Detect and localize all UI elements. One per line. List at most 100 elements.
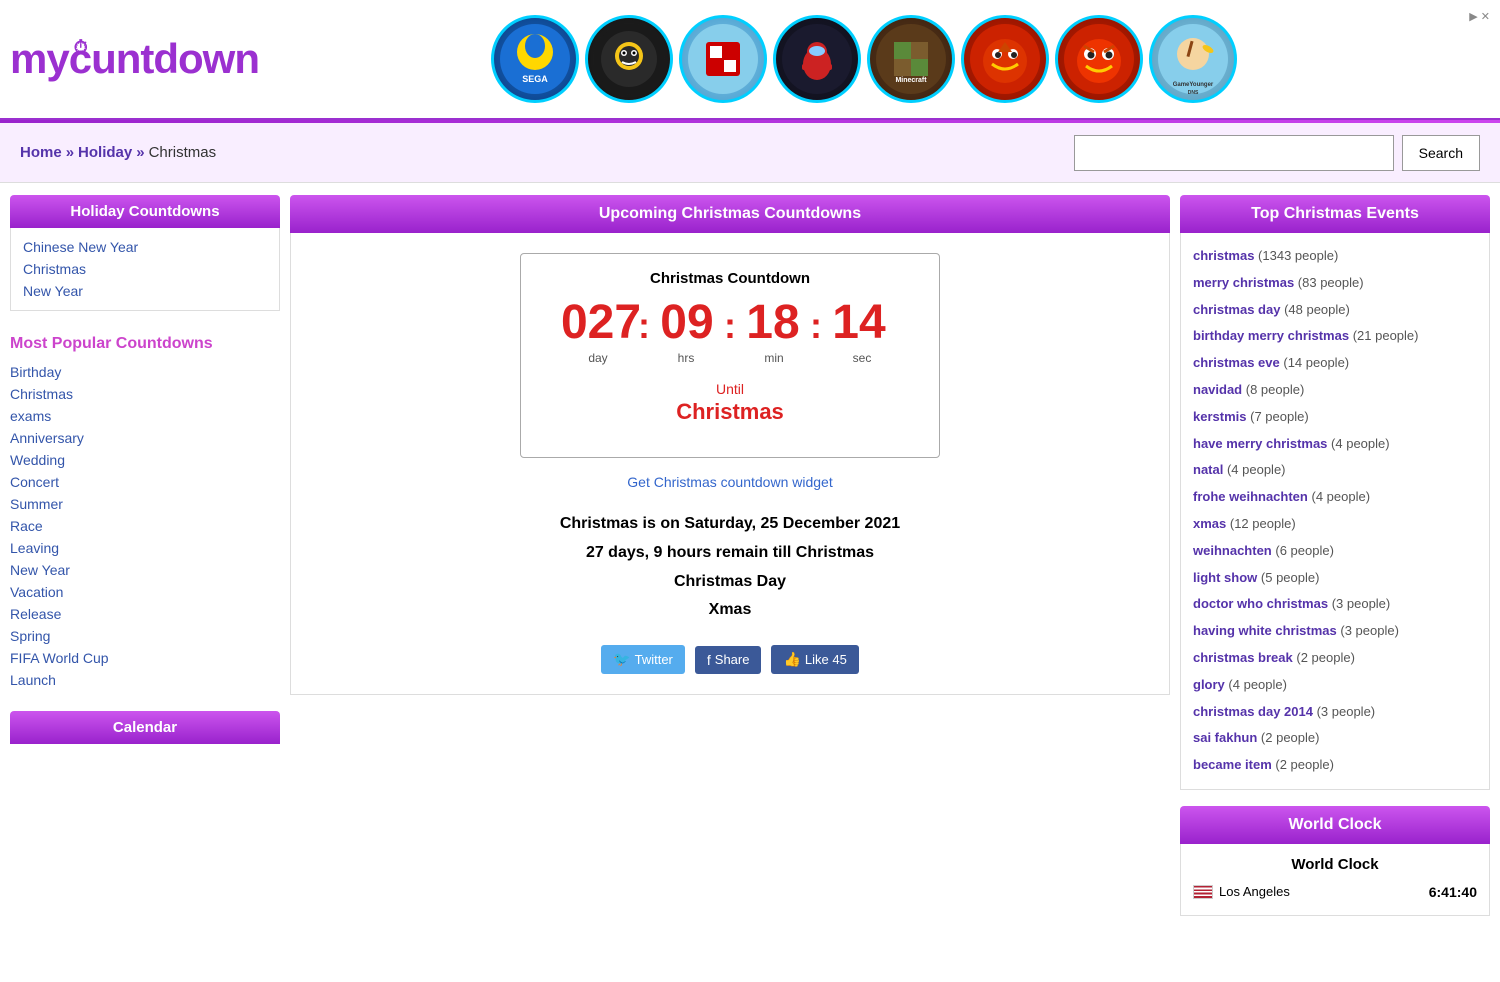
left-sidebar: Holiday Countdowns Chinese New Year Chri… (10, 195, 280, 916)
breadcrumb-home[interactable]: Home (20, 144, 62, 161)
logo[interactable]: myc⏱untdown (10, 35, 259, 83)
twitter-button[interactable]: 🐦 Twitter (601, 645, 685, 674)
top-event-link[interactable]: navidad (1193, 382, 1242, 397)
top-event-count: (8 people) (1246, 382, 1305, 397)
ad-indicator[interactable]: ▶ ✕ (1469, 6, 1490, 23)
sidebar-link-spring[interactable]: Spring (10, 625, 280, 647)
sidebar-link-concert[interactable]: Concert (10, 471, 280, 493)
top-event-item: christmas day (48 people) (1193, 297, 1477, 324)
breadcrumb-sep-1: » (66, 144, 74, 161)
game-icon-gameyounger[interactable]: GameYounger DNS (1149, 15, 1237, 103)
like-icon: 👍 (783, 651, 800, 668)
top-event-link[interactable]: birthday merry christmas (1193, 328, 1349, 343)
game-icon-sega[interactable]: SEGA (491, 15, 579, 103)
facebook-share-button[interactable]: f Share (695, 646, 762, 674)
search-input[interactable] (1074, 135, 1394, 171)
top-event-link[interactable]: glory (1193, 677, 1225, 692)
top-event-count: (2 people) (1261, 730, 1320, 745)
top-event-item: xmas (12 people) (1193, 511, 1477, 538)
countdown-unit-labels: day hrs min sec (541, 351, 919, 365)
top-event-link[interactable]: christmas (1193, 248, 1254, 263)
sidebar-link-race[interactable]: Race (10, 515, 280, 537)
event-info-line2: 27 days, 9 hours remain till Christmas (311, 539, 1149, 568)
sidebar-link-leaving[interactable]: Leaving (10, 537, 280, 559)
widget-link[interactable]: Get Christmas countdown widget (311, 474, 1149, 490)
breadcrumb-bar: Home » Holiday » Christmas Search (0, 123, 1500, 183)
search-button[interactable]: Search (1402, 135, 1480, 171)
clock-city-name: Los Angeles (1219, 884, 1290, 899)
game-icon-minecraft[interactable]: Minecraft (867, 15, 955, 103)
breadcrumb-holiday[interactable]: Holiday (78, 144, 132, 161)
event-info: Christmas is on Saturday, 25 December 20… (311, 510, 1149, 625)
top-event-item: christmas break (2 people) (1193, 645, 1477, 672)
game-icon-roblox[interactable] (679, 15, 767, 103)
day-label: day (588, 351, 607, 365)
svg-text:DNS: DNS (1188, 90, 1199, 94)
top-events-list: christmas (1343 people)merry christmas (… (1180, 233, 1490, 790)
top-event-link[interactable]: light show (1193, 570, 1257, 585)
sidebar-link-new-year-pop[interactable]: New Year (10, 559, 280, 581)
top-event-link[interactable]: having white christmas (1193, 623, 1337, 638)
world-clock-subtitle: World Clock (1193, 856, 1477, 873)
top-event-link[interactable]: xmas (1193, 516, 1226, 531)
svg-text:Minecraft: Minecraft (896, 77, 928, 84)
sidebar-link-launch[interactable]: Launch (10, 669, 280, 691)
sidebar-link-vacation[interactable]: Vacation (10, 581, 280, 603)
sidebar-link-summer[interactable]: Summer (10, 493, 280, 515)
holiday-links: Chinese New Year Christmas New Year (10, 228, 280, 311)
game-icon-angry-birds-2[interactable] (1055, 15, 1143, 103)
top-event-link[interactable]: doctor who christmas (1193, 596, 1328, 611)
top-event-link[interactable]: frohe weihnachten (1193, 489, 1308, 504)
top-event-link[interactable]: christmas day 2014 (1193, 704, 1313, 719)
center-content: Upcoming Christmas Countdowns Christmas … (290, 195, 1170, 916)
center-section-title: Upcoming Christmas Countdowns (290, 195, 1170, 233)
game-icon-brawl[interactable] (585, 15, 673, 103)
top-event-link[interactable]: christmas eve (1193, 355, 1280, 370)
sidebar-link-exams[interactable]: exams (10, 405, 280, 427)
top-event-link[interactable]: natal (1193, 462, 1223, 477)
top-event-link[interactable]: merry christmas (1193, 275, 1294, 290)
like-button[interactable]: 👍 Like 45 (771, 645, 858, 674)
countdown-minutes: 18 (746, 299, 799, 347)
clock-row-la: Los Angeles 6:41:40 (1193, 881, 1477, 903)
countdown-inner: Christmas Countdown 027 : 09 : 18 : (520, 253, 940, 458)
top-event-item: having white christmas (3 people) (1193, 618, 1477, 645)
top-event-link[interactable]: christmas day (1193, 302, 1280, 317)
sidebar-link-release[interactable]: Release (10, 603, 280, 625)
popular-section: Most Popular Countdowns Birthday Christm… (10, 327, 280, 695)
top-event-item: have merry christmas (4 people) (1193, 431, 1477, 458)
breadcrumb-current: Christmas (149, 144, 217, 161)
sidebar-link-birthday[interactable]: Birthday (10, 361, 280, 383)
sidebar-link-chinese-new-year[interactable]: Chinese New Year (23, 236, 267, 258)
sidebar-link-new-year[interactable]: New Year (23, 280, 267, 302)
game-icon-among[interactable] (773, 15, 861, 103)
event-info-line1: Christmas is on Saturday, 25 December 20… (311, 510, 1149, 539)
sec-label: sec (853, 351, 872, 365)
top-event-link[interactable]: have merry christmas (1193, 436, 1327, 451)
top-event-count: (3 people) (1317, 704, 1376, 719)
top-event-link[interactable]: became item (1193, 757, 1272, 772)
sidebar-link-christmas[interactable]: Christmas (23, 258, 267, 280)
top-event-link[interactable]: kerstmis (1193, 409, 1246, 424)
colon-3: : (810, 308, 822, 344)
top-event-link[interactable]: sai fakhun (1193, 730, 1257, 745)
top-event-count: (48 people) (1284, 302, 1350, 317)
social-buttons: 🐦 Twitter f Share 👍 Like 45 (311, 645, 1149, 674)
countdown-timer: 027 : 09 : 18 : 14 (541, 299, 919, 347)
clock-time: 6:41:40 (1429, 884, 1477, 900)
game-icon-angry-birds-red[interactable] (961, 15, 1049, 103)
sidebar-link-anniversary[interactable]: Anniversary (10, 427, 280, 449)
event-info-line4: Xmas (311, 596, 1149, 625)
sidebar-link-wedding[interactable]: Wedding (10, 449, 280, 471)
sidebar-link-christmas-pop[interactable]: Christmas (10, 383, 280, 405)
top-event-item: navidad (8 people) (1193, 377, 1477, 404)
top-event-item: light show (5 people) (1193, 565, 1477, 592)
top-event-link[interactable]: christmas break (1193, 650, 1293, 665)
top-event-count: (2 people) (1296, 650, 1355, 665)
countdown-label: Christmas Countdown (541, 270, 919, 287)
top-event-count: (5 people) (1261, 570, 1320, 585)
top-banner: myc⏱untdown SEGA (0, 0, 1500, 120)
twitter-icon: 🐦 (613, 651, 630, 668)
top-event-link[interactable]: weihnachten (1193, 543, 1272, 558)
sidebar-link-fifa[interactable]: FIFA World Cup (10, 647, 280, 669)
